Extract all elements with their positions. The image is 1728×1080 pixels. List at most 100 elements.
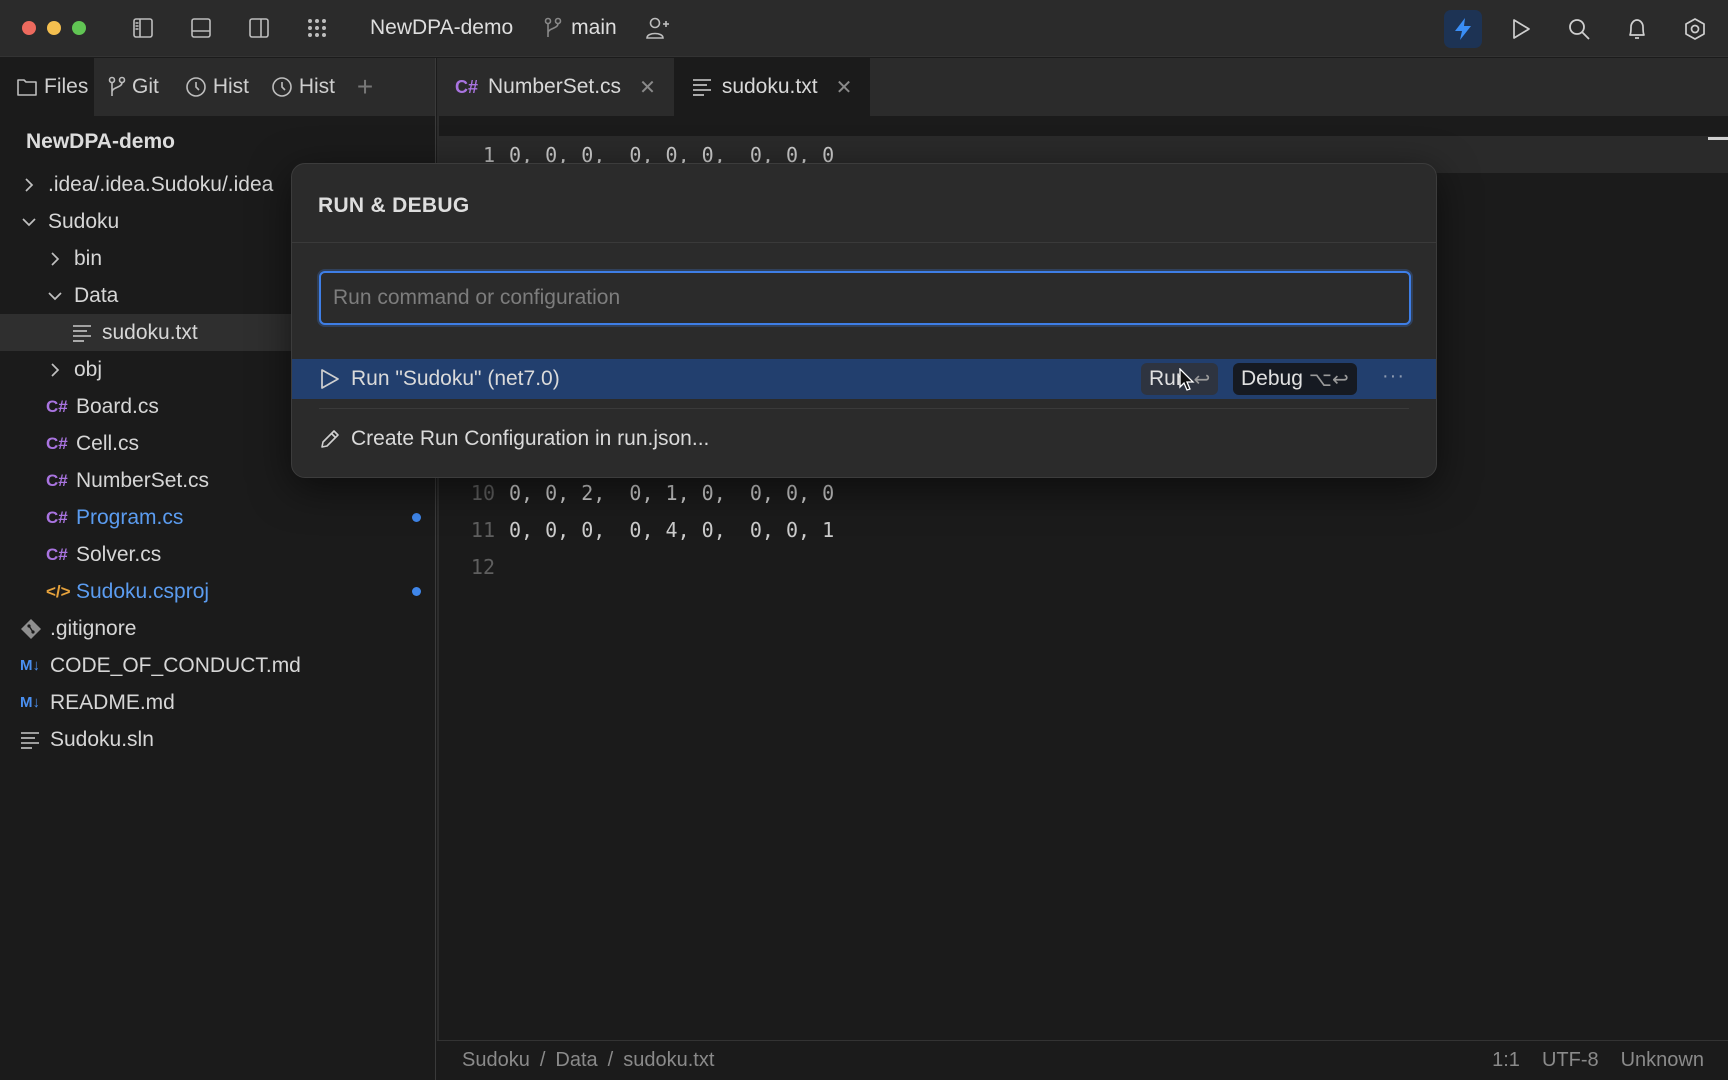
tab-label: Git bbox=[132, 75, 159, 98]
option-enter-shortcut: ⌥↩ bbox=[1308, 368, 1349, 391]
tab-history-1[interactable]: Hist bbox=[169, 58, 263, 116]
tool-window-tabs: Files Git Hist Hist + bbox=[0, 58, 436, 116]
tab-label: sudoku.txt bbox=[721, 75, 818, 98]
debug-label: Debug bbox=[1241, 367, 1303, 390]
chevron-right-icon[interactable] bbox=[46, 251, 64, 267]
add-user-icon[interactable] bbox=[645, 15, 671, 41]
settings-icon[interactable] bbox=[1676, 10, 1714, 48]
clock-icon bbox=[185, 76, 207, 98]
markdown-file-icon: M↓ bbox=[20, 657, 40, 674]
editor-tabs: C# NumberSet.cs ✕ sudoku.txt ✕ bbox=[437, 58, 1728, 116]
divider bbox=[319, 408, 1409, 409]
run-command-input[interactable] bbox=[319, 271, 1411, 325]
project-title: NewDPA-demo bbox=[26, 130, 175, 153]
tab-git[interactable]: Git bbox=[94, 58, 169, 116]
chevron-down-icon[interactable] bbox=[46, 290, 64, 302]
editor-tab-sudoku-txt[interactable]: sudoku.txt ✕ bbox=[673, 58, 871, 116]
status-bar: Sudoku / Data / sudoku.txt 1:1 UTF-8 Unk… bbox=[437, 1040, 1728, 1080]
chevron-right-icon[interactable] bbox=[20, 177, 38, 193]
tree-item-label: Board.cs bbox=[76, 394, 159, 418]
breadcrumb-item[interactable]: Sudoku bbox=[462, 1049, 530, 1072]
line-text: 0, 0, 0, 0, 4, 0, 0, 0, 1 bbox=[509, 517, 835, 542]
csharp-file-icon: C# bbox=[46, 396, 68, 416]
run-icon[interactable] bbox=[1502, 10, 1540, 48]
panel-bottom-icon[interactable] bbox=[188, 15, 214, 41]
breadcrumb-item[interactable]: sudoku.txt bbox=[623, 1049, 714, 1072]
tab-label: Hist bbox=[212, 75, 250, 98]
close-tab-icon[interactable]: ✕ bbox=[836, 75, 853, 100]
tree-item[interactable]: </> Sudoku.csproj bbox=[0, 573, 435, 610]
title-bar: NewDPA-demo main bbox=[0, 0, 1728, 57]
folder-icon bbox=[16, 77, 38, 97]
tree-item-label: Sudoku.csproj bbox=[76, 579, 210, 603]
zoom-window-button[interactable] bbox=[72, 21, 86, 35]
modified-indicator bbox=[412, 513, 421, 522]
chevron-down-icon[interactable] bbox=[20, 216, 38, 228]
scrollbar-marker[interactable] bbox=[1708, 137, 1728, 140]
tree-item[interactable]: C# Solver.cs bbox=[0, 536, 435, 573]
file-encoding[interactable]: UTF-8 bbox=[1542, 1049, 1599, 1072]
project-selector[interactable]: NewDPA-demo bbox=[370, 16, 513, 40]
chevron-right-icon[interactable] bbox=[46, 362, 64, 378]
cursor-position[interactable]: 1:1 bbox=[1492, 1049, 1520, 1072]
tab-history-2[interactable]: Hist bbox=[263, 58, 349, 116]
tab-label: Files bbox=[44, 75, 89, 98]
code-line: 10 0, 0, 2, 0, 1, 0, 0, 0, 0 bbox=[437, 474, 834, 511]
tree-item-label: obj bbox=[74, 357, 103, 381]
xml-file-icon: </> bbox=[46, 581, 71, 601]
mouse-cursor-icon bbox=[1179, 367, 1195, 398]
text-file-icon bbox=[692, 78, 712, 96]
git-branch-icon bbox=[543, 15, 563, 41]
breadcrumb: Sudoku / Data / sudoku.txt bbox=[462, 1049, 714, 1072]
tree-item[interactable]: C# Program.cs bbox=[0, 499, 435, 536]
minimize-window-button[interactable] bbox=[47, 21, 61, 35]
tree-item-label: Sudoku bbox=[48, 209, 120, 233]
debug-button[interactable]: Debug ⌥↩ bbox=[1233, 363, 1357, 395]
markdown-file-icon: M↓ bbox=[20, 694, 40, 711]
tree-item[interactable]: M↓ CODE_OF_CONDUCT.md bbox=[0, 647, 435, 684]
branch-selector[interactable]: main bbox=[543, 15, 617, 41]
line-number: 11 bbox=[470, 517, 495, 542]
close-tab-icon[interactable]: ✕ bbox=[639, 75, 656, 100]
run-sudoku-item[interactable]: Run "Sudoku" (net7.0) Run ↩ Debug ⌥↩ ··· bbox=[292, 359, 1436, 399]
modified-indicator bbox=[412, 587, 421, 596]
tab-label: Hist bbox=[298, 75, 336, 98]
lightning-icon[interactable] bbox=[1444, 10, 1482, 48]
search-icon[interactable] bbox=[1560, 10, 1598, 48]
editor-tab-numberset[interactable]: C# NumberSet.cs ✕ bbox=[437, 58, 674, 116]
tree-item-label: README.md bbox=[50, 690, 175, 714]
sidebar-left-icon[interactable] bbox=[130, 15, 156, 41]
close-window-button[interactable] bbox=[22, 21, 36, 35]
tree-item[interactable]: Sudoku.sln bbox=[0, 721, 435, 758]
bell-icon[interactable] bbox=[1618, 10, 1656, 48]
tree-item[interactable]: .gitignore bbox=[0, 610, 435, 647]
file-language[interactable]: Unknown bbox=[1621, 1049, 1704, 1072]
tree-item-label: .idea/.idea.Sudoku/.idea bbox=[48, 172, 274, 196]
code-line: 11 0, 0, 0, 0, 4, 0, 0, 0, 1 bbox=[437, 511, 834, 548]
line-number: 12 bbox=[470, 554, 495, 579]
tree-item-label: .gitignore bbox=[50, 616, 137, 640]
tree-item-label: CODE_OF_CONDUCT.md bbox=[50, 653, 301, 677]
add-tab-icon[interactable]: + bbox=[357, 71, 373, 103]
code-line: 12 bbox=[437, 548, 509, 585]
tree-item-label: Sudoku.sln bbox=[50, 727, 154, 751]
tree-item-label: Program.cs bbox=[76, 505, 184, 529]
sidebar-right-icon[interactable] bbox=[246, 15, 272, 41]
line-number: 10 bbox=[470, 480, 495, 505]
window-controls bbox=[22, 21, 86, 35]
csharp-file-icon: C# bbox=[46, 433, 68, 453]
tree-item[interactable]: M↓ README.md bbox=[0, 684, 435, 721]
tree-item-label: Data bbox=[74, 283, 119, 307]
create-run-config-item[interactable]: Create Run Configuration in run.json... bbox=[292, 419, 1436, 459]
line-text: 0, 0, 2, 0, 1, 0, 0, 0, 0 bbox=[509, 480, 835, 505]
popup-title: RUN & DEBUG bbox=[318, 194, 470, 217]
git-icon bbox=[20, 618, 48, 640]
tab-files[interactable]: Files bbox=[0, 58, 94, 116]
breadcrumb-item[interactable]: Data bbox=[555, 1049, 597, 1072]
enter-shortcut: ↩ bbox=[1193, 368, 1211, 391]
apps-grid-icon[interactable] bbox=[304, 15, 330, 41]
csharp-file-icon: C# bbox=[46, 544, 68, 564]
csharp-file-icon: C# bbox=[455, 76, 479, 97]
text-file-icon bbox=[20, 731, 48, 749]
more-options-icon[interactable]: ··· bbox=[1382, 365, 1405, 388]
